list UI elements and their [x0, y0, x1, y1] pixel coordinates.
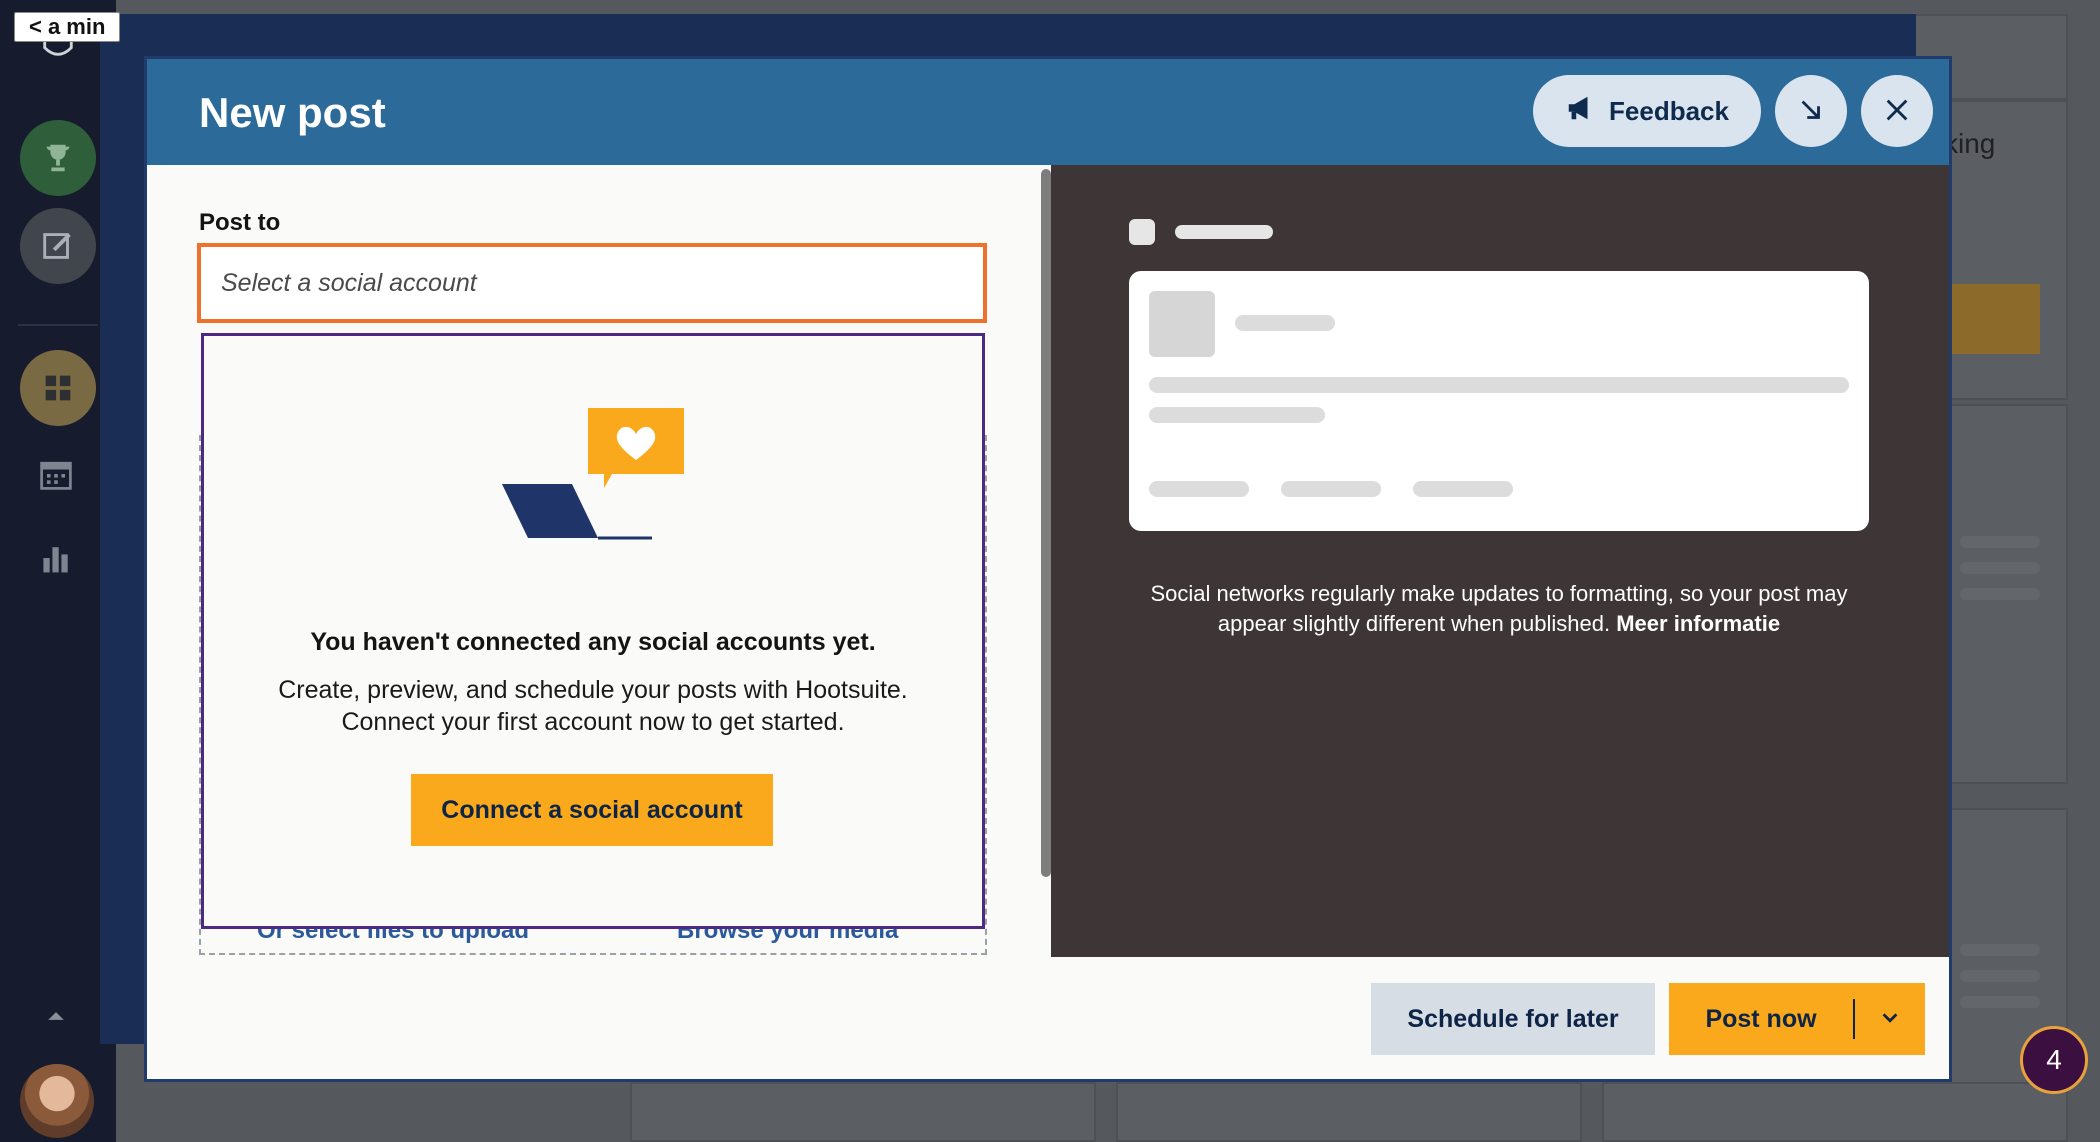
avatar[interactable]: [20, 1064, 94, 1138]
megaphone-icon: [1565, 93, 1595, 130]
close-icon: [1882, 95, 1912, 128]
sidebar-divider: [18, 324, 98, 326]
feedback-label: Feedback: [1609, 95, 1729, 126]
background-panel: [1602, 1082, 2068, 1142]
composer-pane: Post to Or select files to upload Browse…: [147, 165, 1035, 955]
laptop-heart-illustration: [502, 408, 692, 542]
sidebar: [0, 0, 116, 1142]
bar-chart-icon[interactable]: [36, 538, 76, 578]
close-button[interactable]: [1861, 75, 1933, 147]
schedule-for-later-button[interactable]: Schedule for later: [1371, 983, 1655, 1055]
preview-skeleton-line: [1413, 481, 1513, 497]
timer-badge: < a min: [14, 12, 121, 42]
background-button: [1950, 284, 2040, 354]
modal-header: New post Feedback: [147, 59, 1949, 165]
preview-card: [1129, 271, 1869, 531]
empty-state-line: Create, preview, and schedule your posts…: [278, 676, 908, 704]
background-line: [1960, 996, 2040, 1008]
post-now-split-button: Post now: [1669, 983, 1925, 1055]
background-line: [1960, 970, 2040, 982]
background-panel: [630, 1082, 1096, 1142]
chevron-down-icon: [1879, 1007, 1901, 1032]
background-line: [1960, 562, 2040, 574]
preview-skeleton-line: [1175, 225, 1273, 239]
preview-pane: Social networks regularly make updates t…: [1051, 165, 1949, 957]
new-post-modal: New post Feedback Post to Or select file…: [144, 56, 1952, 1082]
empty-state-line: Connect your first account now to get st…: [341, 708, 845, 736]
composer-scrollbar[interactable]: [1041, 169, 1051, 877]
feedback-button[interactable]: Feedback: [1533, 75, 1761, 147]
trophy-icon[interactable]: [20, 120, 96, 196]
post-now-button[interactable]: Post now: [1669, 983, 1853, 1055]
preview-skeleton-line: [1149, 481, 1249, 497]
empty-state-title: You haven't connected any social account…: [310, 628, 876, 656]
empty-state-card: You haven't connected any social account…: [201, 333, 985, 929]
preview-note: Social networks regularly make updates t…: [1129, 579, 1869, 639]
empty-state-description: Create, preview, and schedule your posts…: [204, 674, 982, 738]
preview-skeleton-icon: [1129, 219, 1155, 245]
background-line: [1960, 588, 2040, 600]
preview-skeleton-line: [1149, 407, 1325, 423]
background-panel: [1116, 1082, 1582, 1142]
minimize-button[interactable]: [1775, 75, 1847, 147]
page-title: New post: [199, 89, 386, 136]
preview-skeleton-avatar: [1149, 291, 1215, 357]
dashboard-icon[interactable]: [20, 350, 96, 426]
notification-badge[interactable]: 4: [2020, 1026, 2088, 1094]
preview-skeleton-line: [1281, 481, 1381, 497]
post-to-label: Post to: [199, 209, 281, 236]
social-account-input[interactable]: [197, 243, 987, 323]
modal-footer: Schedule for later Post now: [147, 957, 1949, 1079]
arrow-down-right-icon: [1796, 95, 1826, 128]
background-line: [1960, 944, 2040, 956]
calendar-icon[interactable]: [36, 454, 76, 494]
preview-skeleton-line: [1235, 315, 1335, 331]
post-options-dropdown[interactable]: [1855, 983, 1925, 1055]
chevron-up-icon[interactable]: [36, 996, 76, 1036]
compose-icon[interactable]: [20, 208, 96, 284]
connect-social-account-button[interactable]: Connect a social account: [411, 774, 773, 846]
background-line: [1960, 536, 2040, 548]
learn-more-link[interactable]: Meer informatie: [1616, 611, 1780, 636]
preview-skeleton-line: [1149, 377, 1849, 393]
